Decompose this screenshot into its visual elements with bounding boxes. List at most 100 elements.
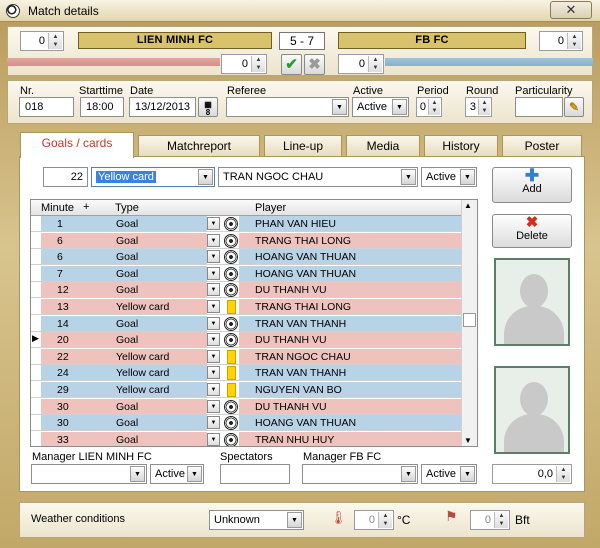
row-type-dropdown[interactable]: ▼ <box>207 250 220 264</box>
row-type-dropdown[interactable]: ▼ <box>207 416 220 430</box>
add-button[interactable]: ✚ Add <box>492 167 572 203</box>
row-type-dropdown[interactable]: ▼ <box>207 233 220 247</box>
table-row[interactable]: 30 Goal ▼ HOANG VAN THUAN <box>31 415 463 432</box>
add-label: Add <box>522 183 542 195</box>
row-type: Goal <box>116 234 139 247</box>
temperature-spinner[interactable]: 0 ▲ ▼ <box>354 510 394 530</box>
particularity-field[interactable] <box>515 97 563 117</box>
away-spinner[interactable]: 0 ▲ ▼ <box>539 31 583 51</box>
table-row[interactable]: 13 Yellow card ▼ TRANG THAI LONG <box>31 299 463 315</box>
row-minute: 6 <box>57 251 63 264</box>
table-row[interactable]: 24 Yellow card ▼ TRAN VAN THANH <box>31 365 463 382</box>
table-row[interactable]: 6 Goal ▼ HOANG VAN THUAN <box>31 249 463 266</box>
row-type-dropdown[interactable]: ▼ <box>207 283 220 297</box>
scroll-up-icon[interactable]: ▲ <box>464 201 472 210</box>
table-row[interactable]: 30 Goal ▼ DU THANH VU <box>31 398 463 415</box>
row-type-dropdown[interactable]: ▼ <box>207 349 220 363</box>
date-label: Date <box>130 85 154 97</box>
ball-icon <box>224 432 238 446</box>
round-spinner[interactable]: 3 ▲ ▼ <box>465 97 492 117</box>
active-dropdown[interactable]: Active ▼ <box>352 97 409 117</box>
wind-spinner[interactable]: 0 ▲ ▼ <box>470 510 510 530</box>
row-player: TRAN NHU HUY <box>255 433 335 446</box>
tab-goals-cards[interactable]: Goals / cards <box>20 132 134 158</box>
row-minute: 12 <box>57 284 69 297</box>
table-row[interactable]: 12 Goal ▼ DU THANH VU <box>31 282 463 299</box>
tab-poster[interactable]: Poster <box>502 135 582 157</box>
nr-field[interactable]: 018 <box>19 97 74 117</box>
tab-matchreport[interactable]: Matchreport <box>138 135 260 157</box>
minute-input[interactable]: 22 <box>43 167 88 187</box>
thermometer-icon: 🌡 <box>330 510 347 525</box>
events-grid: Minute + Type Player 1 Goal ▼ PHAN VAN HIEU… <box>30 199 478 447</box>
row-type-dropdown[interactable]: ▼ <box>207 383 220 396</box>
row-player: TRAN VAN THANH <box>255 367 347 380</box>
away-secondary-spinner[interactable]: 0 ▲ ▼ <box>338 54 384 74</box>
table-row[interactable]: 14 Goal ▼ TRAN VAN THANH <box>31 315 463 332</box>
ball-icon <box>224 217 238 231</box>
ball-icon <box>224 266 238 281</box>
table-row[interactable]: 6 Goal ▼ TRANG THAI LONG <box>31 232 463 249</box>
cancel-button[interactable]: ✖ <box>304 54 325 75</box>
row-type-dropdown[interactable]: ▼ <box>207 300 220 313</box>
spectators-field[interactable] <box>220 464 290 484</box>
delete-icon: ✖ <box>525 214 539 231</box>
table-row[interactable]: ▶ 20 Goal ▼ DU THANH VU <box>31 332 463 349</box>
side-value-spinner[interactable]: 0,0 ▲ ▼ <box>492 464 572 484</box>
table-row[interactable]: 29 Yellow card ▼ NGUYEN VAN BO <box>31 382 463 398</box>
row-player: DU THANH VU <box>255 334 327 347</box>
away-manager-status[interactable]: Active ▼ <box>421 464 477 484</box>
row-minute: 22 <box>57 350 69 363</box>
row-type-dropdown[interactable]: ▼ <box>207 399 220 413</box>
table-row[interactable]: 33 Goal ▼ TRAN NHU HUY <box>31 431 463 446</box>
weather-dropdown[interactable]: Unknown ▼ <box>209 510 304 530</box>
tab-media[interactable]: Media <box>346 135 420 157</box>
home-manager-status[interactable]: Active ▼ <box>150 464 204 484</box>
header-plus[interactable]: + <box>83 201 89 213</box>
current-row-indicator-icon: ▶ <box>32 333 39 344</box>
tab-lineup[interactable]: Line-up <box>264 135 342 157</box>
soccer-ball-icon <box>6 4 20 18</box>
home-secondary-spinner[interactable]: 0 ▲ ▼ <box>221 54 267 74</box>
row-type: Goal <box>116 417 139 430</box>
referee-dropdown[interactable]: ▼ <box>226 97 349 117</box>
ball-icon <box>224 333 238 348</box>
ball-icon <box>224 283 238 298</box>
home-manager-label: Manager LIEN MINH FC <box>32 451 152 463</box>
title-bar: Match details ✕ <box>0 0 600 22</box>
home-spinner[interactable]: 0 ▲ ▼ <box>20 31 64 51</box>
row-minute: 30 <box>57 417 69 430</box>
row-type-dropdown[interactable]: ▼ <box>207 333 220 347</box>
confirm-button[interactable]: ✔ <box>281 54 302 75</box>
row-type-dropdown[interactable]: ▼ <box>207 432 220 446</box>
table-row[interactable]: 1 Goal ▼ PHAN VAN HIEU <box>31 216 463 232</box>
row-minute: 33 <box>57 433 69 446</box>
event-status-dropdown[interactable]: Active ▼ <box>421 167 477 187</box>
scroll-thumb[interactable] <box>463 313 476 327</box>
tab-history[interactable]: History <box>424 135 498 157</box>
date-field[interactable]: 13/12/2013 <box>129 97 196 117</box>
row-type: Goal <box>116 334 139 347</box>
row-type-dropdown[interactable]: ▼ <box>207 366 220 380</box>
away-manager-dropdown[interactable]: ▼ <box>302 464 418 484</box>
player-dropdown[interactable]: TRAN NGOC CHAU ▼ <box>218 167 418 187</box>
table-row[interactable]: 22 Yellow card ▼ TRAN NGOC CHAU <box>31 348 463 365</box>
row-type-dropdown[interactable]: ▼ <box>207 266 220 280</box>
grid-scrollbar[interactable]: ▲ ▼ <box>461 200 477 446</box>
edit-button[interactable]: ✎ <box>564 97 584 117</box>
starttime-field[interactable]: 18:00 <box>80 97 124 117</box>
home-manager-dropdown[interactable]: ▼ <box>31 464 147 484</box>
scroll-down-icon[interactable]: ▼ <box>464 436 472 445</box>
calendar-button[interactable]: ▦ 8 <box>198 97 218 117</box>
yellow-card-icon <box>227 366 236 381</box>
row-type-dropdown[interactable]: ▼ <box>207 217 220 230</box>
close-button[interactable]: ✕ <box>550 1 592 19</box>
event-type-dropdown[interactable]: Yellow card ▼ <box>91 167 215 187</box>
table-row[interactable]: 7 Goal ▼ HOANG VAN THUAN <box>31 265 463 282</box>
row-player: HOANG VAN THUAN <box>255 417 357 430</box>
period-spinner[interactable]: 0 ▲ ▼ <box>416 97 442 117</box>
score-display: 5 - 7 <box>279 32 325 50</box>
row-type-dropdown[interactable]: ▼ <box>207 316 220 330</box>
delete-button[interactable]: ✖ Delete <box>492 214 572 248</box>
checkmark-icon: ✔ <box>285 56 298 73</box>
